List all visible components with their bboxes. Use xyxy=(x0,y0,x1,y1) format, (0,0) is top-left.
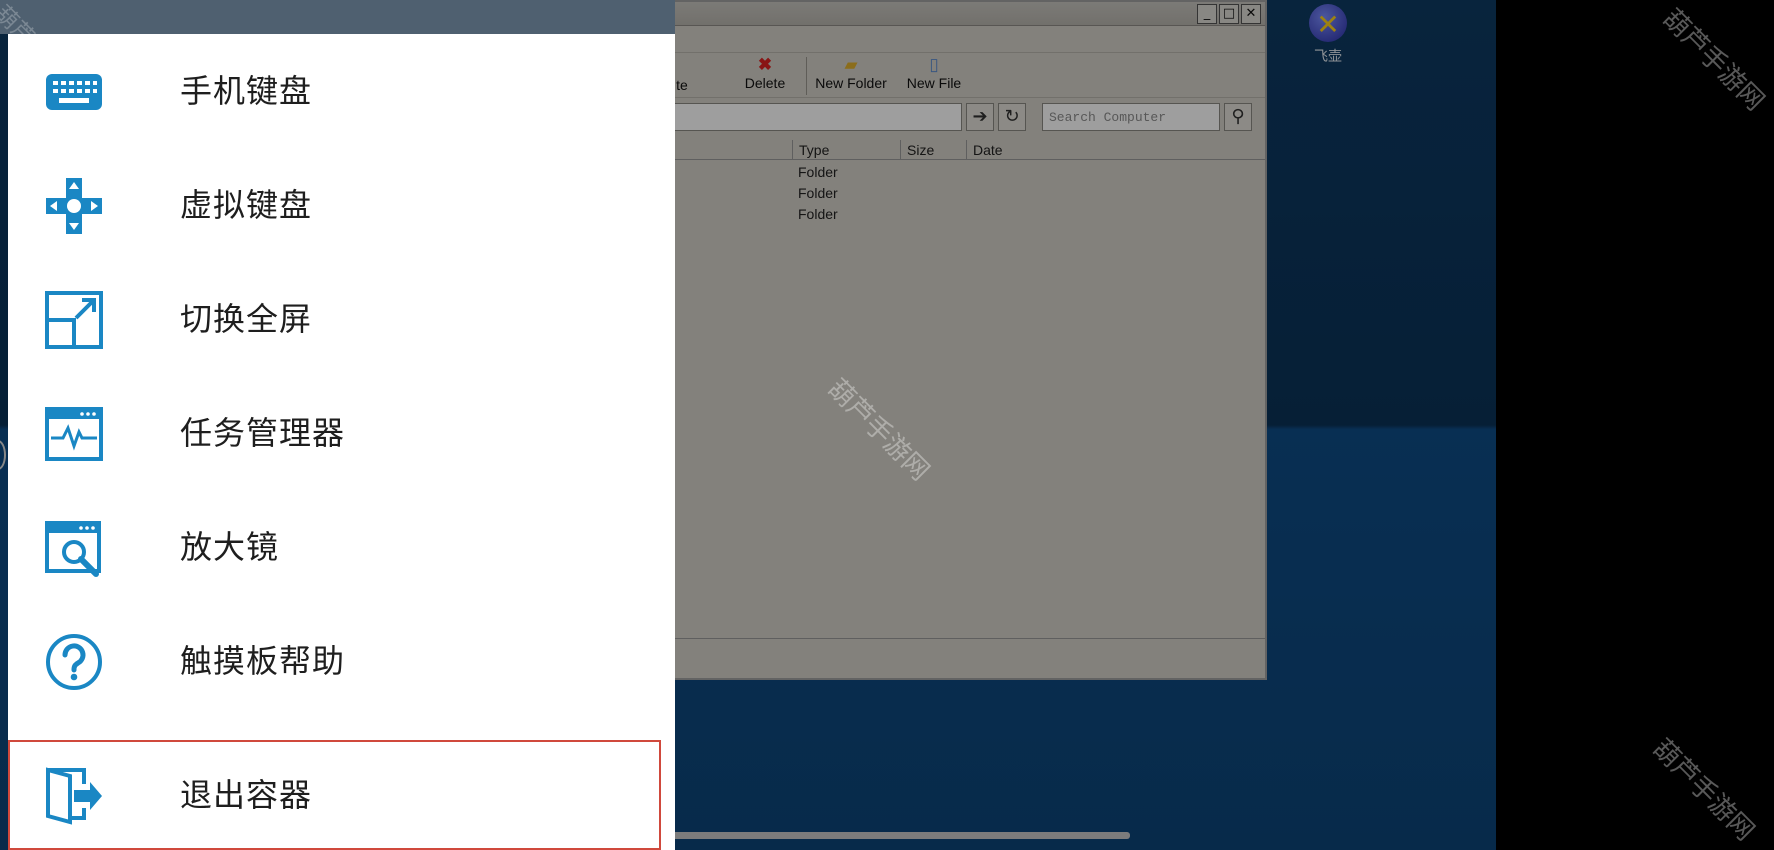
side-menu: 手机键盘 虚拟键盘 切换全屏 任务管理器 放大镜 触摸板帮助 退出容器 xyxy=(8,34,675,850)
exit-icon xyxy=(46,767,102,825)
menu-item-label: 触摸板帮助 xyxy=(180,642,346,680)
fullscreen-icon xyxy=(45,291,103,349)
menu-item-virtual-keyboard[interactable]: 虚拟键盘 xyxy=(8,148,675,262)
menu-item-magnifier[interactable]: 放大镜 xyxy=(8,490,675,604)
letterbox-area xyxy=(1496,0,1774,850)
dpad-icon xyxy=(46,178,102,234)
menu-item-label: 任务管理器 xyxy=(180,414,346,452)
keyboard-icon xyxy=(46,74,102,110)
drawer-header xyxy=(0,0,675,34)
task-manager-icon xyxy=(45,407,103,461)
help-icon xyxy=(46,634,102,690)
menu-item-phone-keyboard[interactable]: 手机键盘 xyxy=(8,34,675,148)
menu-item-label: 手机键盘 xyxy=(180,72,313,110)
menu-item-touchpad-help[interactable]: 触摸板帮助 xyxy=(8,604,675,718)
menu-item-exit-container[interactable]: 退出容器 xyxy=(8,740,661,850)
menu-item-label: 放大镜 xyxy=(180,528,280,566)
menu-item-task-manager[interactable]: 任务管理器 xyxy=(8,376,675,490)
menu-item-label: 切换全屏 xyxy=(180,300,313,338)
menu-item-toggle-fullscreen[interactable]: 切换全屏 xyxy=(8,262,675,376)
menu-item-label: 退出容器 xyxy=(180,776,313,814)
menu-item-label: 虚拟键盘 xyxy=(180,186,313,224)
magnifier-icon xyxy=(45,521,101,577)
